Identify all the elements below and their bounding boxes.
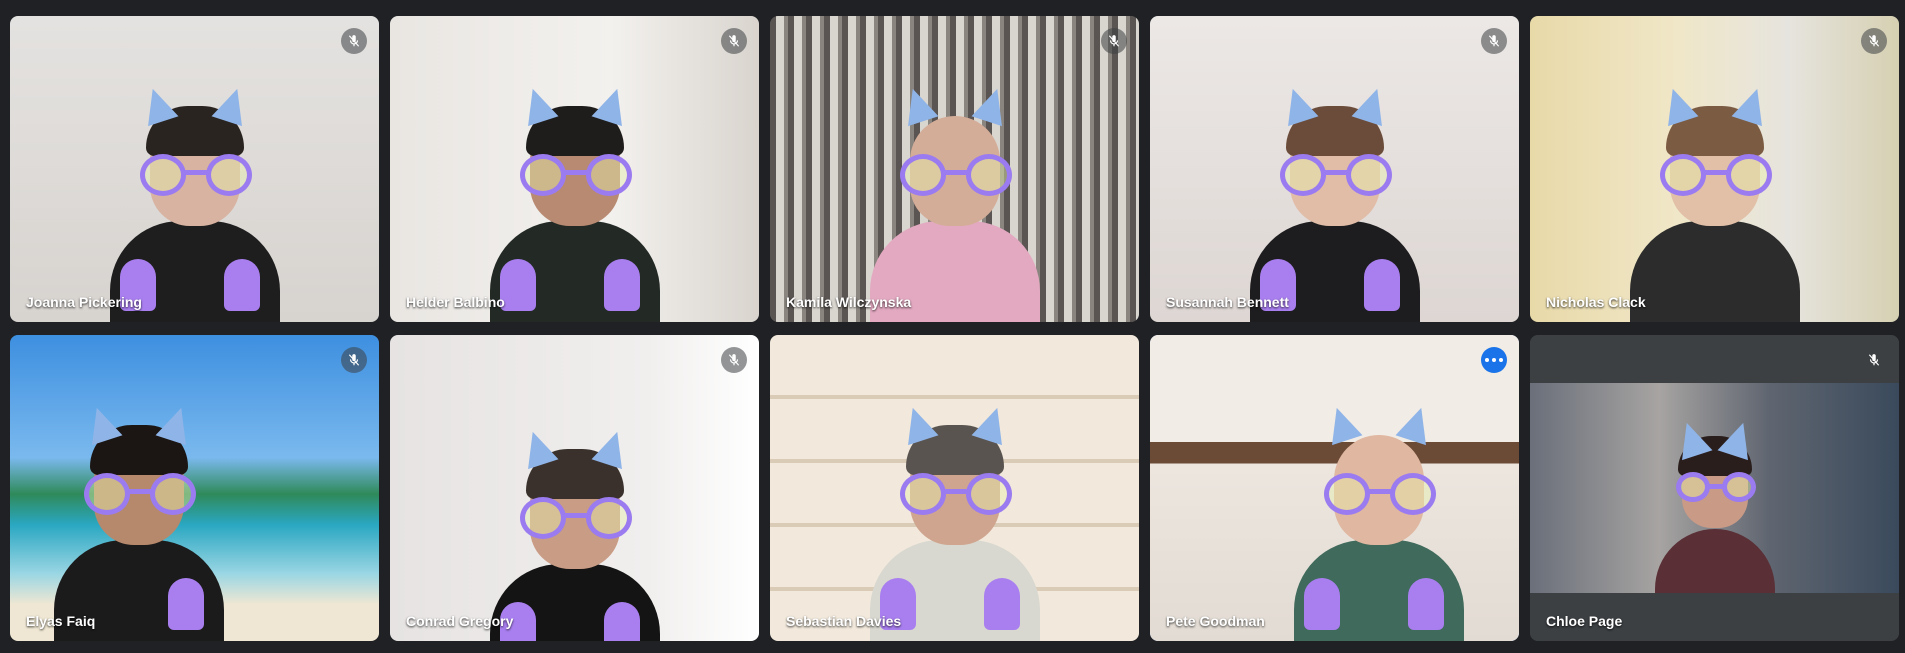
participant-tile-elyas-faiq[interactable]: Elyas Faiq [10, 335, 379, 641]
video-feed [390, 16, 759, 322]
participant-name: Joanna Pickering [26, 294, 142, 310]
participant-grid: Joanna Pickering Helder Balbino Kamila W… [10, 16, 1899, 641]
participant-video [869, 402, 1040, 641]
mic-off-icon [721, 28, 747, 54]
video-feed [390, 335, 759, 641]
participant-tile-conrad-gregory[interactable]: Conrad Gregory [390, 335, 759, 641]
participant-video [869, 83, 1040, 322]
participant-tile-sebastian-davies[interactable]: Sebastian Davies [770, 335, 1139, 641]
video-feed [770, 335, 1139, 641]
cat-glasses-effect [1675, 472, 1756, 504]
participant-tile-chloe-page[interactable]: Chloe Page [1530, 335, 1899, 641]
participant-name: Helder Balbino [406, 294, 505, 310]
mic-off-icon [721, 347, 747, 373]
participant-tile-pete-goodman[interactable]: Pete Goodman [1150, 335, 1519, 641]
cat-glasses-effect [519, 153, 632, 198]
participant-video [1249, 83, 1420, 322]
mic-off-icon [1861, 347, 1887, 373]
mic-off-icon [341, 347, 367, 373]
cat-glasses-effect [519, 497, 632, 541]
participant-name: Nicholas Clack [1546, 294, 1646, 310]
participant-name: Elyas Faiq [26, 613, 96, 629]
participant-video [1654, 417, 1775, 599]
mic-off-icon [341, 28, 367, 54]
participant-video [1629, 83, 1800, 322]
participant-name: Kamila Wilczynska [786, 294, 912, 310]
cat-glasses-effect [1323, 472, 1436, 517]
participant-video [109, 83, 280, 322]
mic-off-icon [1481, 28, 1507, 54]
mic-off-icon [1861, 28, 1887, 54]
video-feed [1150, 335, 1519, 641]
video-feed [1530, 16, 1899, 322]
participant-video [489, 427, 660, 641]
video-feed [10, 16, 379, 322]
cat-glasses-effect [1659, 153, 1772, 198]
participant-video [1293, 402, 1464, 641]
participant-name: Sebastian Davies [786, 613, 902, 629]
participant-name: Susannah Bennett [1166, 294, 1289, 310]
cat-glasses-effect [899, 153, 1012, 198]
more-options-button[interactable] [1481, 347, 1507, 373]
participant-name: Pete Goodman [1166, 613, 1265, 629]
more-options-icon [1485, 358, 1503, 362]
participant-tile-susannah-bennett[interactable]: Susannah Bennett [1150, 16, 1519, 322]
participant-tile-nicholas-clack[interactable]: Nicholas Clack [1530, 16, 1899, 322]
participant-name: Chloe Page [1546, 613, 1623, 629]
video-feed [10, 335, 379, 641]
video-feed [1530, 383, 1899, 599]
cat-glasses-effect [84, 472, 197, 517]
participant-video [489, 83, 660, 322]
participant-video [54, 402, 225, 641]
participant-name: Conrad Gregory [406, 613, 514, 629]
participant-tile-helder-balbino[interactable]: Helder Balbino [390, 16, 759, 322]
cat-glasses-effect [139, 153, 252, 198]
participant-tile-kamila-wilczynska[interactable]: Kamila Wilczynska [770, 16, 1139, 322]
mic-off-icon [1101, 28, 1127, 54]
video-feed [1150, 16, 1519, 322]
cat-glasses-effect [1279, 153, 1392, 198]
participant-tile-joanna-pickering[interactable]: Joanna Pickering [10, 16, 379, 322]
cat-glasses-effect [899, 472, 1012, 517]
video-feed [770, 16, 1139, 322]
